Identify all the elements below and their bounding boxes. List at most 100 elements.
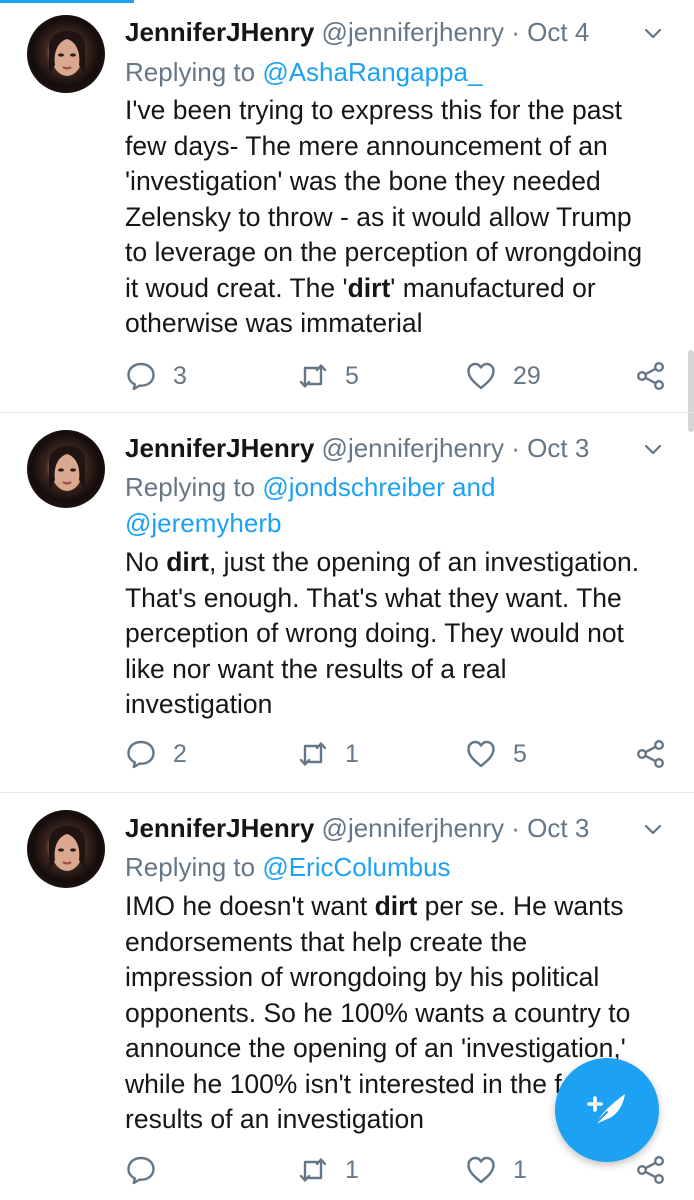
tweet-actions: 3 5 29 <box>125 356 670 396</box>
tweet-text-line: endorsements that help create the <box>125 925 670 961</box>
avatar-portrait <box>49 30 85 77</box>
display-name[interactable]: JenniferJHenry <box>125 17 314 47</box>
tweet-text-line: few days- The mere announcement of an <box>125 129 670 165</box>
tweet-text-segment: opponents. So he 100% wants a country to <box>125 997 631 1028</box>
reply-button[interactable] <box>125 1150 173 1190</box>
separator-dot: · <box>511 813 520 843</box>
tweet-text-line: investigation <box>125 687 670 723</box>
tweet-text-line: Zelensky to throw - as it would allow Tr… <box>125 200 670 236</box>
retweet-icon <box>299 364 327 388</box>
tweet-text: No dirt, just the opening of an investig… <box>125 545 670 723</box>
tweet-text-segment: announce the opening of an 'investigatio… <box>125 1033 626 1063</box>
retweet-icon <box>299 742 327 766</box>
tweet-text-segment: few days- The mere announcement of an <box>125 130 608 161</box>
tweet-text-segment: otherwise was immaterial <box>125 308 423 338</box>
tweet-text-segment: IMO he doesn't want <box>125 891 375 921</box>
share-button[interactable] <box>635 734 667 774</box>
like-button[interactable]: 1 <box>465 1150 527 1190</box>
tweet-text-bold: dirt <box>166 547 209 577</box>
mention-link[interactable]: @jeremyherb <box>125 508 281 538</box>
tweet-text-segment: investigation <box>125 689 273 719</box>
tweet-text-line: to leverage on the perception of wrongdo… <box>125 235 670 271</box>
tweet-text-segment: 'investigation' was the bone they needed <box>125 166 601 196</box>
chevron-down-icon[interactable] <box>642 438 664 460</box>
separator-dot: · <box>511 433 520 463</box>
display-name[interactable]: JenniferJHenry <box>125 813 314 843</box>
like-count: 29 <box>513 361 541 390</box>
tweet-text-segment: to leverage on the perception of wrongdo… <box>125 237 643 267</box>
retweet-count: 5 <box>345 361 359 390</box>
avatar[interactable] <box>27 430 105 508</box>
like-count: 5 <box>513 739 527 768</box>
like-button[interactable]: 5 <box>465 734 527 774</box>
separator-dot: · <box>511 17 520 47</box>
share-button[interactable] <box>635 356 667 396</box>
avatar[interactable] <box>27 810 105 888</box>
like-count: 1 <box>513 1155 527 1184</box>
heart-icon <box>467 740 495 768</box>
tweet-actions: 2 1 5 <box>125 734 670 774</box>
tweet-text-line: 'investigation' was the bone they needed <box>125 164 670 200</box>
reply-icon <box>127 740 155 769</box>
mention-link[interactable]: @EricColumbus <box>262 852 450 882</box>
tweet-text-segment: , just the opening of an investigation. <box>208 547 640 577</box>
tweet-text-bold: dirt <box>347 272 391 303</box>
tweet-text-segment: like nor want the results of a real <box>125 653 507 684</box>
tweet-text-line: I've been trying to express this for the… <box>125 93 670 129</box>
heart-icon <box>467 1156 495 1184</box>
mention-link[interactable]: @AshaRangappa_ <box>262 57 482 87</box>
replying-prefix: Replying to <box>125 57 256 87</box>
tweet-text-segment: ' manufactured or <box>390 272 596 303</box>
reply-button[interactable]: 3 <box>125 356 187 396</box>
tweet-text-segment: perception of wrong doing. They would no… <box>125 618 624 648</box>
mention-link[interactable]: @jondschreiber and <box>262 472 495 502</box>
tweet-text-segment: impression of wrongdoing by his politica… <box>125 962 600 992</box>
retweet-count: 1 <box>345 1155 359 1184</box>
tweet-date[interactable]: Oct 4 <box>527 17 589 47</box>
reply-button[interactable]: 2 <box>125 734 187 774</box>
tweet-text: I've been trying to express this for the… <box>125 93 670 342</box>
chevron-down-icon[interactable] <box>642 22 664 44</box>
share-button[interactable] <box>635 1150 667 1190</box>
reply-icon <box>127 1156 155 1185</box>
reply-count: 3 <box>173 361 187 390</box>
tweet-date[interactable]: Oct 3 <box>527 813 589 843</box>
retweet-button[interactable]: 1 <box>297 1150 359 1190</box>
display-name[interactable]: JenniferJHenry <box>125 433 314 463</box>
retweet-icon <box>299 1158 327 1182</box>
tweet[interactable]: JenniferJHenry @jenniferjhenry · Oct 4 R… <box>0 0 694 413</box>
tweet-text-segment: while he 100% isn't interested in the f <box>125 1068 562 1099</box>
tweet-text-line: like nor want the results of a real <box>125 652 670 688</box>
replying-to: Replying to @EricColumbus <box>125 849 665 885</box>
tweet-header: JenniferJHenry @jenniferjhenry · Oct 3 <box>125 810 665 846</box>
tweet-text-bold: dirt <box>374 891 418 921</box>
tweet[interactable]: JenniferJHenry @jenniferjhenry · Oct 3 R… <box>0 413 694 793</box>
retweet-count: 1 <box>345 739 359 768</box>
tweet-text-segment: per se. He wants <box>417 891 624 921</box>
share-icon <box>637 740 665 769</box>
avatar-portrait <box>49 445 85 492</box>
chevron-down-icon[interactable] <box>642 818 664 840</box>
tweet-text-line: it woud creat. The 'dirt' manufactured o… <box>125 271 670 307</box>
avatar[interactable] <box>27 15 105 93</box>
compose-tweet-button[interactable] <box>555 1058 659 1162</box>
tweet-text-segment: Zelensky to throw - as it would allow Tr… <box>125 201 632 232</box>
retweet-button[interactable]: 5 <box>297 356 359 396</box>
user-handle[interactable]: @jenniferjhenry <box>322 17 504 47</box>
avatar-portrait <box>49 825 85 872</box>
tweet-text-segment: No <box>125 547 167 577</box>
tweet-text-line: IMO he doesn't want dirt per se. He want… <box>125 889 670 925</box>
user-handle[interactable]: @jenniferjhenry <box>322 433 504 463</box>
tweet-text-line: opponents. So he 100% wants a country to <box>125 996 670 1032</box>
tweet-date[interactable]: Oct 3 <box>527 433 589 463</box>
compose-tweet-icon <box>587 1094 625 1125</box>
heart-icon <box>467 362 495 390</box>
replying-prefix: Replying to <box>125 472 256 502</box>
tweet-text-line: No dirt, just the opening of an investig… <box>125 545 670 581</box>
user-handle[interactable]: @jenniferjhenry <box>322 813 504 843</box>
retweet-button[interactable]: 1 <box>297 734 359 774</box>
like-button[interactable]: 29 <box>465 356 541 396</box>
reply-icon <box>127 362 155 391</box>
tweet-text-segment: endorsements that help create the <box>125 926 528 957</box>
replying-to: Replying to @AshaRangappa_ <box>125 54 665 90</box>
